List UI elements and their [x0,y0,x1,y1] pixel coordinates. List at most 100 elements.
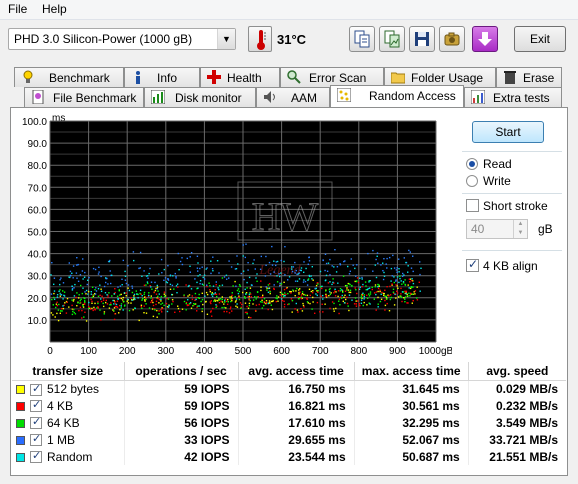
data-point [236,289,239,292]
data-point [416,299,419,301]
tab-folder-usage[interactable]: Folder Usage [384,67,496,87]
data-point [230,266,233,268]
data-point [347,289,350,291]
data-point [254,309,257,312]
data-point [308,260,311,262]
data-point [265,301,268,304]
data-point [236,303,238,305]
tab-error-scan[interactable]: Error Scan [280,67,384,87]
short-stroke-checkbox[interactable] [466,199,479,212]
x-tick-label: 700 [312,346,329,356]
data-point [395,284,397,286]
data-point [263,304,265,307]
series-visible-checkbox[interactable] [30,432,42,447]
data-point [210,311,212,313]
data-point [191,298,194,301]
series-visible-checkbox[interactable] [30,398,42,413]
series-visible-checkbox[interactable] [30,449,42,464]
data-point [369,291,372,293]
data-point [151,288,153,290]
write-radio[interactable] [466,175,478,187]
data-point [208,282,210,284]
data-point [410,267,413,269]
data-point [302,304,305,307]
data-point [146,281,149,283]
data-point [237,263,239,265]
data-point [328,288,331,291]
save-button[interactable] [409,26,435,52]
data-point [294,261,296,264]
align-4kb-checkbox[interactable] [466,257,479,272]
data-point [160,298,162,300]
data-point [143,270,145,272]
data-point [267,284,270,286]
data-point [267,308,269,311]
read-label: Read [483,157,512,171]
tab-erase[interactable]: Erase [496,67,562,87]
data-point [56,304,58,307]
data-point [377,296,379,299]
data-point [242,270,245,272]
spin-up-icon[interactable]: ▲ [513,220,527,229]
data-point [253,259,255,261]
data-point [114,288,116,290]
data-point [124,275,127,277]
data-point [407,271,409,273]
drive-select[interactable]: PHD 3.0 Silicon-Power (1000 gB) ▼ [8,28,236,50]
data-point [73,298,75,301]
read-radio[interactable] [466,158,478,170]
data-point [91,296,94,299]
screenshot-button[interactable] [439,26,465,52]
start-button[interactable]: Start [472,121,544,143]
download-button[interactable] [472,26,498,52]
short-stroke-size-input[interactable]: 40 ▲ ▼ [466,219,528,239]
data-point [79,300,81,302]
data-point [84,291,86,293]
series-visible-checkbox[interactable] [30,382,42,396]
data-point [145,303,147,305]
data-point [355,303,357,305]
data-point [357,300,359,302]
data-point [275,300,277,303]
tab-aam[interactable]: AAM [256,87,330,107]
data-point [250,293,252,295]
data-point [322,259,324,262]
tab-info[interactable]: Info [124,67,200,87]
data-point [201,298,204,301]
data-point [265,264,267,266]
copy-text-button[interactable] [349,26,375,52]
data-point [143,291,146,294]
data-point [224,299,226,301]
data-point [120,305,122,307]
series-visible-checkbox[interactable] [30,415,42,430]
avg-speed-cell: 21.551 MB/s [489,449,558,464]
tab-health[interactable]: Health [200,67,280,87]
data-point [141,295,143,297]
data-point [221,301,224,303]
data-point [71,299,73,301]
data-point [262,294,264,296]
data-point [198,297,201,299]
data-point [105,299,107,302]
data-point [58,290,60,292]
data-point [160,309,162,311]
data-point [379,289,381,291]
exit-button[interactable]: Exit [514,26,566,52]
copy-image-button[interactable] [379,26,405,52]
tab-extra-tests[interactable]: Extra tests [464,87,562,107]
data-point [139,251,142,254]
data-point [284,246,286,248]
spin-down-icon[interactable]: ▼ [513,229,527,238]
data-point [79,306,82,309]
data-point [397,296,400,298]
menu-help[interactable]: Help [42,2,67,16]
tab-random-access[interactable]: Random Access [330,85,464,107]
tab-disk-monitor[interactable]: Disk monitor [144,87,256,107]
tab-file-benchmark[interactable]: File Benchmark [24,87,144,107]
menu-file[interactable]: File [8,2,27,16]
tab-benchmark[interactable]: Benchmark [14,67,124,87]
data-point [355,300,357,302]
access-time-scatter-plot: ms HW Legend 10.020.030.040.050.060.070.… [22,113,454,357]
data-point [193,303,195,305]
data-point [59,312,61,314]
